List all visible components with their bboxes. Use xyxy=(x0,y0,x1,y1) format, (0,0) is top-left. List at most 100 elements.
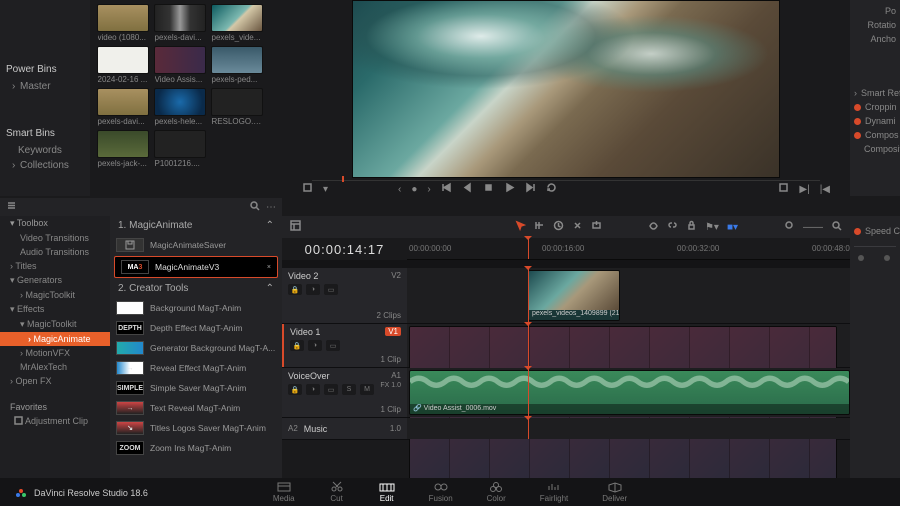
search-icon[interactable] xyxy=(249,200,260,214)
track-lock-icon[interactable]: 🔒 xyxy=(288,284,302,295)
right-inspector[interactable]: Speed C xyxy=(850,216,900,506)
loop-icon[interactable] xyxy=(546,182,557,196)
media-thumb[interactable]: pexels-davi... xyxy=(96,88,149,126)
stop-icon[interactable] xyxy=(483,182,494,196)
media-thumb[interactable]: video (1080... xyxy=(96,4,149,42)
step-bk-icon[interactable]: |◀ xyxy=(820,184,830,195)
selection-tool-icon[interactable] xyxy=(515,220,526,234)
fx-item-titles[interactable]: ↘Titles Logos Saver MagT-Anim xyxy=(110,418,282,438)
fx-group-2[interactable]: 2. Creator Tools⌃ xyxy=(110,279,282,298)
fx-adjustment[interactable]: Adjustment Clip xyxy=(0,414,110,429)
fx-item-saver[interactable]: MagicAnimateSaver xyxy=(110,235,282,255)
crop-icon[interactable] xyxy=(302,182,313,196)
flag-icon[interactable]: ⚑▾ xyxy=(705,222,719,233)
bin-keywords[interactable]: Keywords xyxy=(0,143,90,158)
track-a1[interactable]: A1 FX 1.0 VoiceOver 🔒◑▭SM 1 Clip 🔗 Video… xyxy=(282,368,850,418)
media-thumb[interactable]: pexels-davi... xyxy=(153,4,206,42)
timeline[interactable]: ⚑▾ ■▾ —— 00:00:14:17 00:00:00:00 00:00:1… xyxy=(282,216,850,506)
clip-a1[interactable]: 🔗 Video Assist_0006.mov xyxy=(409,370,850,415)
fx-item-ma3[interactable]: MA3MagicAnimateV3× xyxy=(114,256,278,278)
fx-audio-trans[interactable]: Audio Transitions xyxy=(0,245,110,259)
tab-edit[interactable]: Edit xyxy=(379,481,395,503)
go-start-icon[interactable] xyxy=(441,182,452,196)
insp-composite[interactable]: Compos xyxy=(854,128,896,142)
play-icon[interactable] xyxy=(504,182,515,196)
blade-tool-icon[interactable] xyxy=(572,220,583,234)
step-back-icon[interactable] xyxy=(462,182,473,196)
media-thumb[interactable]: pexels-ped... xyxy=(210,46,263,84)
next-edit-icon[interactable]: › xyxy=(427,184,430,195)
lock-icon[interactable] xyxy=(686,220,697,234)
go-end-icon[interactable] xyxy=(525,182,536,196)
media-thumb[interactable]: pexels-hele... xyxy=(153,88,206,126)
playhead-icon[interactable]: ● xyxy=(411,184,417,195)
fx-magicanimate[interactable]: › MagicAnimate xyxy=(0,332,110,346)
fx-item-depth[interactable]: DEPTHDepth Effect MagT-Anim xyxy=(110,318,282,338)
fx-mralex[interactable]: MrAlexTech xyxy=(0,360,110,374)
zoom-in-icon[interactable] xyxy=(831,220,842,234)
media-thumb[interactable]: 2024-02-16 ... xyxy=(96,46,149,84)
fx-group-1[interactable]: 1. MagicAnimate⌃ xyxy=(110,216,282,235)
inspector-panel[interactable]: Po Rotatio Ancho ›Smart Refr Croppin Dyn… xyxy=(850,0,900,196)
fx-magictoolkit[interactable]: ▾ MagicToolkit xyxy=(0,317,110,332)
viewer[interactable] xyxy=(282,0,850,178)
media-thumb[interactable]: P1001216.... xyxy=(153,130,206,168)
fx-titles[interactable]: › Titles xyxy=(0,259,110,273)
fx-video-trans[interactable]: Video Transitions xyxy=(0,231,110,245)
media-thumb[interactable]: pexels_vide... xyxy=(210,4,263,42)
tab-color[interactable]: Color xyxy=(487,481,506,503)
media-thumb[interactable]: pexels-jack-... xyxy=(96,130,149,168)
tab-media[interactable]: Media xyxy=(273,481,295,503)
insert-icon[interactable] xyxy=(591,220,602,234)
insp-dynamic[interactable]: Dynami xyxy=(854,114,896,128)
fx-effects[interactable]: ▾ Effects xyxy=(0,302,110,317)
effects-list[interactable]: 1. MagicAnimate⌃ MagicAnimateSaver MA3Ma… xyxy=(110,216,282,506)
match-frame-icon[interactable] xyxy=(778,182,789,196)
tl-view-icon[interactable] xyxy=(290,220,301,234)
effects-tree[interactable]: ▾ Toolbox Video Transitions Audio Transi… xyxy=(0,216,110,506)
track-enable-icon[interactable]: ◑ xyxy=(306,284,320,295)
tab-deliver[interactable]: Deliver xyxy=(602,481,627,503)
insp-smart[interactable]: ›Smart Refr xyxy=(854,86,896,100)
playhead[interactable] xyxy=(528,238,529,259)
marker-icon[interactable] xyxy=(648,220,659,234)
dropdown-icon[interactable]: ▾ xyxy=(323,184,328,195)
tab-fairlight[interactable]: Fairlight xyxy=(540,481,568,503)
options-icon[interactable]: ⋯ xyxy=(266,202,276,213)
timecode-display[interactable]: 00:00:14:17 xyxy=(282,242,407,257)
bins-tree[interactable]: Power Bins ›Master Smart Bins Keywords ›… xyxy=(0,0,90,196)
fx-item-zoom[interactable]: ZOOMZoom Ins MagT-Anim xyxy=(110,438,282,458)
link-icon[interactable] xyxy=(667,220,678,234)
clip-ocean[interactable]: pexels_videos_1409899 (216... xyxy=(528,270,620,321)
media-thumb[interactable]: RESLOGO.017 xyxy=(210,88,263,126)
tab-fusion[interactable]: Fusion xyxy=(429,481,453,503)
fx-item-text[interactable]: →Text Reveal MagT-Anim xyxy=(110,398,282,418)
zoom-out-icon[interactable] xyxy=(784,220,795,234)
media-thumbnail-grid[interactable]: video (1080...pexels-davi...pexels_vide.… xyxy=(90,0,282,196)
bin-master[interactable]: ›Master xyxy=(0,79,90,94)
trim-tool-icon[interactable] xyxy=(534,220,545,234)
fx-toolbox[interactable]: ▾ Toolbox xyxy=(0,216,110,231)
fx-item-reveal[interactable]: →Reveal Effect MagT-Anim xyxy=(110,358,282,378)
fx-motionvfx[interactable]: › MotionVFX xyxy=(0,346,110,360)
fx-openfx[interactable]: › Open FX xyxy=(0,374,110,388)
fx-generators[interactable]: ▾ Generators xyxy=(0,273,110,288)
fx-item-simple[interactable]: SIMPLESimple Saver MagT-Anim xyxy=(110,378,282,398)
step-fwd-icon[interactable]: ▶| xyxy=(799,184,809,195)
track-a2[interactable]: A2 Music 1.0 xyxy=(282,418,850,440)
bin-collections[interactable]: ›Collections xyxy=(0,158,90,173)
insp-cropping[interactable]: Croppin xyxy=(854,100,896,114)
track-mute-icon[interactable]: ▭ xyxy=(324,284,338,295)
fx-item-genbg[interactable]: Generator Background MagT-A... xyxy=(110,338,282,358)
track-v1[interactable]: V1 Video 1 🔒◑▭ 1 Clip 🔗 Video Assist_000… xyxy=(282,324,850,368)
zoom-slider[interactable]: —— xyxy=(803,222,823,233)
fx-item-bg[interactable]: Background MagT-Anim xyxy=(110,298,282,318)
fx-gen-magictoolkit[interactable]: › MagicToolkit xyxy=(0,288,110,302)
track-v2[interactable]: V2 Video 2 🔒◑▭ 2 Clips pexels_videos_140… xyxy=(282,268,850,324)
dynamic-trim-icon[interactable] xyxy=(553,220,564,234)
list-view-icon[interactable] xyxy=(6,200,17,214)
snap-icon[interactable]: ■▾ xyxy=(727,222,738,233)
tab-cut[interactable]: Cut xyxy=(329,481,345,503)
prev-edit-icon[interactable]: ‹ xyxy=(398,184,401,195)
media-thumb[interactable]: Video Assis... xyxy=(153,46,206,84)
